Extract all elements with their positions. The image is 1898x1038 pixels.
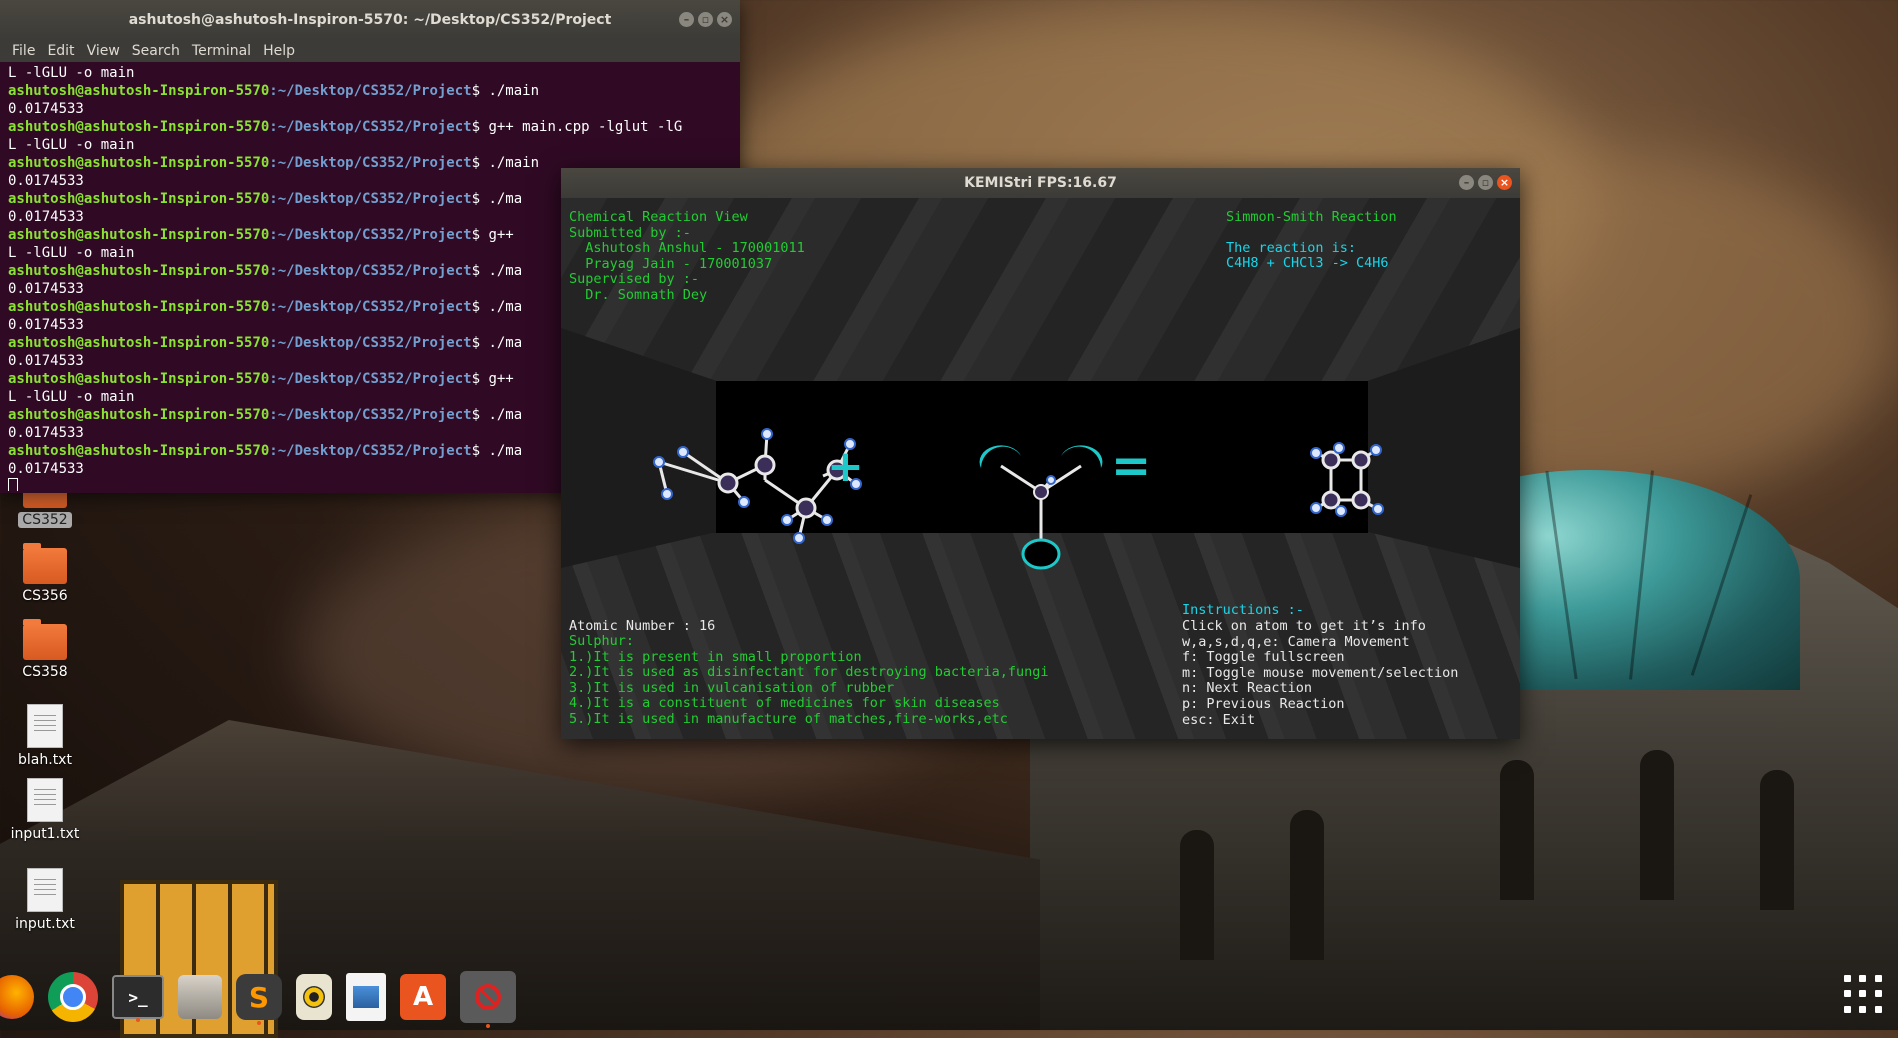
desktop-icon-label: CS352 bbox=[18, 512, 72, 528]
desktop-folder-cs356[interactable]: CS356 bbox=[5, 543, 85, 604]
command-text: $ g++ bbox=[471, 227, 514, 243]
terminal-titlebar[interactable]: ashutosh@ashutosh-Inspiron-5570: ~/Deskt… bbox=[0, 0, 740, 40]
prompt-path: :~/Desktop/CS352/Project bbox=[269, 155, 472, 171]
desktop-icon-label: CS356 bbox=[22, 588, 68, 604]
prompt-user: ashutosh@ashutosh-Inspiron-5570 bbox=[8, 299, 270, 315]
prompt-user: ashutosh@ashutosh-Inspiron-5570 bbox=[8, 191, 270, 207]
terminal-line: L -lGLU -o main bbox=[8, 137, 135, 153]
close-button[interactable]: × bbox=[1497, 175, 1512, 190]
sublime-icon[interactable]: S bbox=[236, 974, 282, 1025]
text-file-icon bbox=[27, 868, 63, 912]
chrome-icon[interactable] bbox=[48, 972, 98, 1022]
document-viewer-icon[interactable] bbox=[346, 973, 386, 1021]
launcher-dock: >_ S A bbox=[0, 964, 646, 1030]
desktop-icon-label: input.txt bbox=[15, 916, 75, 932]
prompt-path: :~/Desktop/CS352/Project bbox=[269, 407, 472, 423]
kemistri-title: KEMIStri FPS:16.67 bbox=[964, 175, 1117, 191]
terminal-line: L -lGLU -o main bbox=[8, 65, 135, 81]
desktop-file-input1[interactable]: input1.txt bbox=[5, 778, 85, 842]
prompt-user: ashutosh@ashutosh-Inspiron-5570 bbox=[8, 407, 270, 423]
prompt-user: ashutosh@ashutosh-Inspiron-5570 bbox=[8, 83, 270, 99]
firefox-icon[interactable] bbox=[0, 975, 34, 1019]
command-text: $ g++ bbox=[471, 371, 514, 387]
prompt-path: :~/Desktop/CS352/Project bbox=[269, 191, 472, 207]
menu-view[interactable]: View bbox=[87, 43, 120, 59]
folder-icon bbox=[23, 619, 67, 660]
prompt-path: :~/Desktop/CS352/Project bbox=[269, 227, 472, 243]
prompt-path: :~/Desktop/CS352/Project bbox=[269, 443, 472, 459]
desktop-icon-label: input1.txt bbox=[10, 826, 80, 842]
element-info: Sulphur: 1.)It is present in small propo… bbox=[569, 633, 1049, 727]
desktop-file-blah[interactable]: blah.txt bbox=[5, 704, 85, 768]
kemistri-app-icon[interactable] bbox=[460, 971, 516, 1028]
prompt-user: ashutosh@ashutosh-Inspiron-5570 bbox=[8, 335, 270, 351]
command-text: $ ./main bbox=[471, 155, 540, 171]
prompt-path: :~/Desktop/CS352/Project bbox=[269, 335, 472, 351]
prompt-user: ashutosh@ashutosh-Inspiron-5570 bbox=[8, 119, 270, 135]
prompt-path: :~/Desktop/CS352/Project bbox=[269, 263, 472, 279]
command-text: $ ./ma bbox=[471, 299, 523, 315]
desktop-folder-cs358[interactable]: CS358 bbox=[5, 619, 85, 680]
minimize-button[interactable]: – bbox=[1459, 175, 1474, 190]
command-text: $ ./ma bbox=[471, 407, 523, 423]
text-file-icon bbox=[27, 704, 63, 748]
command-text: $ ./ma bbox=[471, 335, 523, 351]
desktop-folder-cs352[interactable]: CS352 bbox=[5, 483, 85, 528]
prompt-path: :~/Desktop/CS352/Project bbox=[269, 299, 472, 315]
molecule-chloroform[interactable] bbox=[979, 445, 1103, 570]
prompt-path: :~/Desktop/CS352/Project bbox=[269, 371, 472, 387]
prompt-user: ashutosh@ashutosh-Inspiron-5570 bbox=[8, 443, 270, 459]
folder-icon bbox=[23, 543, 67, 584]
command-text: $ g++ main.cpp -lglut -lG bbox=[471, 119, 683, 135]
prompt-path: :~/Desktop/CS352/Project bbox=[269, 119, 472, 135]
terminal-line: ashutosh@ashutosh-Inspiron-5570:~/Deskto… bbox=[8, 82, 732, 100]
desktop-icon-label: blah.txt bbox=[18, 752, 72, 768]
maximize-button[interactable]: ▫ bbox=[698, 12, 713, 27]
terminal-line: 0.0174533 bbox=[8, 101, 84, 117]
maximize-button[interactable]: ▫ bbox=[1478, 175, 1493, 190]
reaction-3d-viewport[interactable]: Chemical Reaction View Submitted by :- A… bbox=[561, 198, 1520, 739]
command-text: $ ./ma bbox=[471, 191, 523, 207]
terminal-title: ashutosh@ashutosh-Inspiron-5570: ~/Deskt… bbox=[128, 12, 612, 28]
kemistri-window[interactable]: KEMIStri FPS:16.67 – ▫ × Chemical Reacti… bbox=[561, 168, 1520, 739]
command-text: $ ./ma bbox=[471, 443, 523, 459]
menu-file[interactable]: File bbox=[12, 43, 35, 59]
menu-terminal[interactable]: Terminal bbox=[192, 43, 251, 59]
prompt-user: ashutosh@ashutosh-Inspiron-5570 bbox=[8, 227, 270, 243]
show-applications-button[interactable] bbox=[1844, 975, 1884, 1015]
reaction-equals-sign: = bbox=[1111, 438, 1152, 494]
command-text: $ ./ma bbox=[471, 263, 523, 279]
desktop-icon-label: CS358 bbox=[22, 664, 68, 680]
rhythmbox-icon[interactable] bbox=[296, 974, 332, 1020]
prompt-user: ashutosh@ashutosh-Inspiron-5570 bbox=[8, 371, 270, 387]
files-icon[interactable] bbox=[178, 975, 222, 1019]
desktop-file-input[interactable]: input.txt bbox=[5, 868, 85, 932]
close-button[interactable]: × bbox=[717, 12, 732, 27]
text-file-icon bbox=[27, 778, 63, 822]
kemistri-titlebar[interactable]: KEMIStri FPS:16.67 – ▫ × bbox=[561, 168, 1520, 198]
instructions-list: Click on atom to get it’s info w,a,s,d,q… bbox=[1182, 618, 1459, 728]
menu-search[interactable]: Search bbox=[132, 43, 180, 59]
terminal-cursor bbox=[8, 478, 18, 491]
menu-edit[interactable]: Edit bbox=[47, 43, 74, 59]
reaction-plus-sign: + bbox=[827, 441, 864, 492]
prompt-path: :~/Desktop/CS352/Project bbox=[269, 83, 472, 99]
instructions-title: Instructions :- bbox=[1182, 602, 1304, 618]
minimize-button[interactable]: – bbox=[679, 12, 694, 27]
prompt-user: ashutosh@ashutosh-Inspiron-5570 bbox=[8, 155, 270, 171]
command-text: $ ./main bbox=[471, 83, 540, 99]
software-center-icon[interactable]: A bbox=[400, 974, 446, 1020]
molecule-product[interactable] bbox=[1310, 442, 1384, 517]
terminal-line: ashutosh@ashutosh-Inspiron-5570:~/Deskto… bbox=[8, 118, 732, 136]
prompt-user: ashutosh@ashutosh-Inspiron-5570 bbox=[8, 263, 270, 279]
terminal-icon[interactable]: >_ bbox=[112, 975, 164, 1022]
menu-help[interactable]: Help bbox=[263, 43, 295, 59]
terminal-menubar: File Edit View Search Terminal Help bbox=[0, 40, 740, 62]
